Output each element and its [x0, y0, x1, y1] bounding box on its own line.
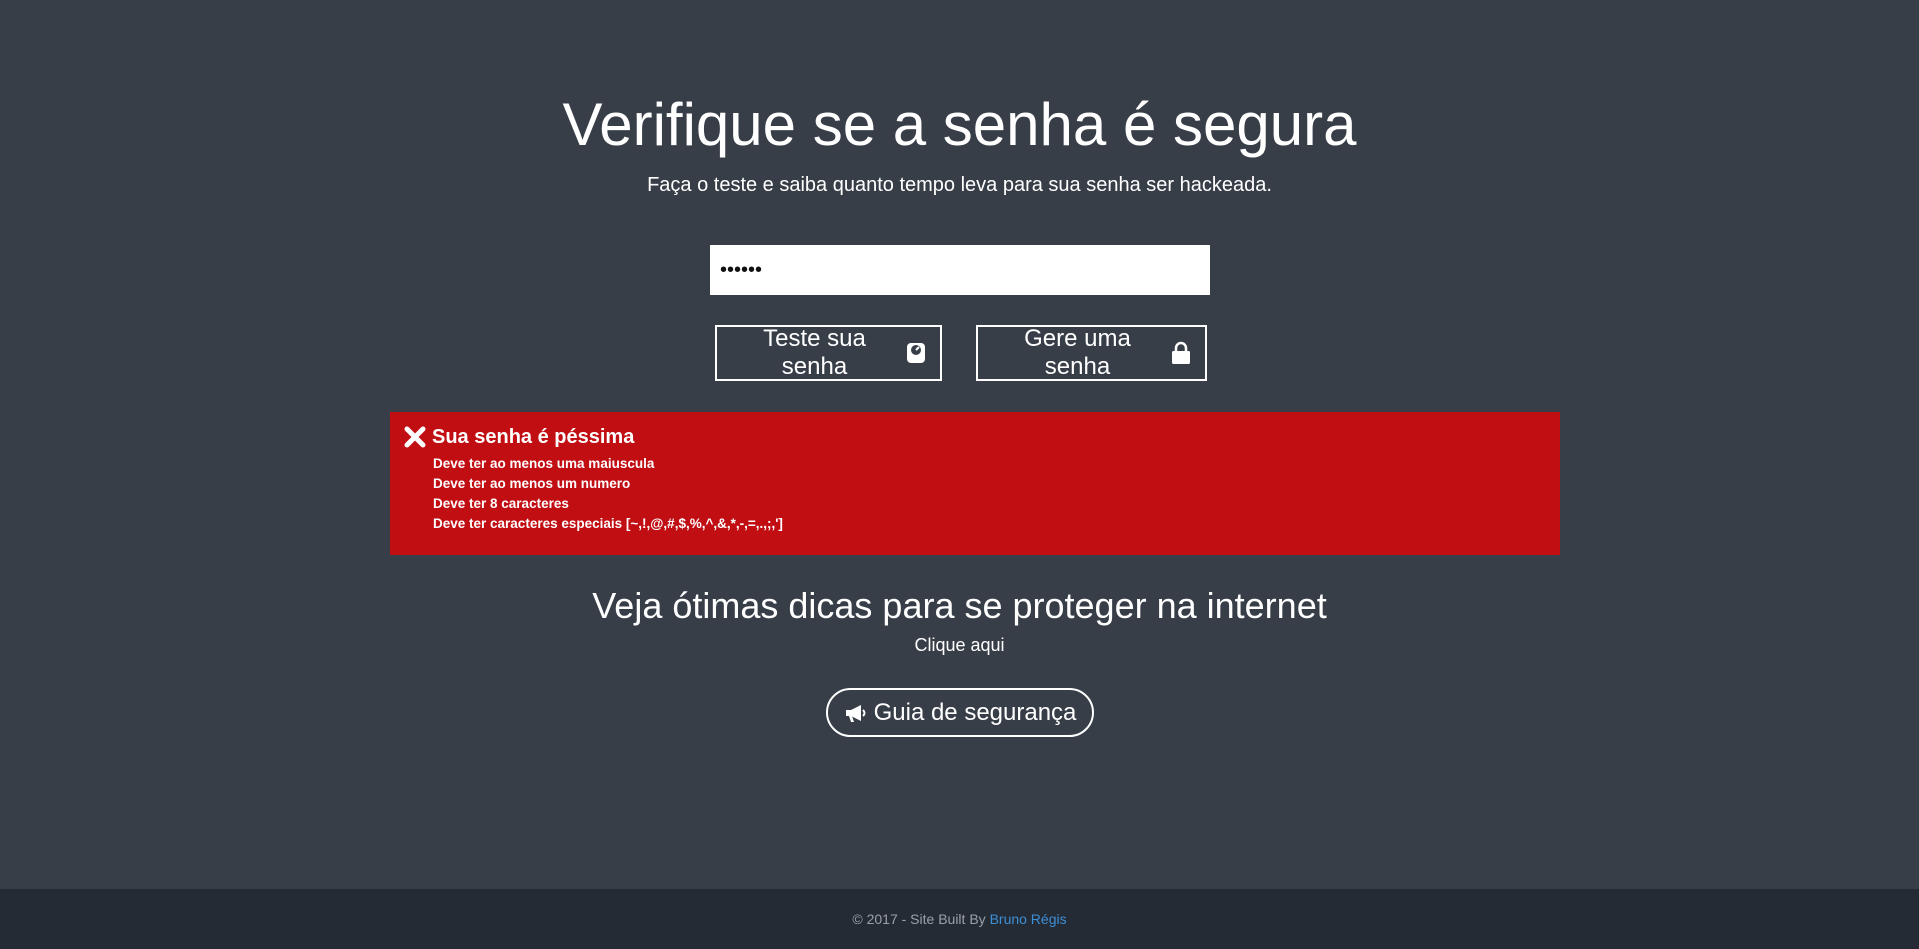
author-link[interactable]: Bruno Régis — [990, 911, 1067, 927]
requirement-item: Deve ter caracteres especiais [~,!,@,#,$… — [433, 516, 783, 531]
password-input[interactable] — [710, 245, 1210, 295]
requirement-item: Deve ter ao menos uma maiuscula — [433, 456, 655, 471]
lock-icon — [1171, 341, 1191, 365]
footer-text: © 2017 - Site Built By — [852, 911, 986, 927]
test-password-button[interactable]: Teste sua senha — [715, 325, 942, 381]
scale-icon — [906, 342, 926, 364]
alert-title-row: Sua senha é péssima — [404, 424, 1546, 450]
generate-password-label: Gere uma senha — [1024, 325, 1131, 380]
test-password-label: Teste sua senha — [763, 325, 866, 380]
tips-subtitle: Clique aqui — [914, 635, 1005, 655]
page-subtitle: Faça o teste e saiba quanto tempo leva p… — [647, 174, 1272, 196]
page-title: Verifique se a senha é segura — [562, 91, 1357, 158]
megaphone-icon — [844, 703, 868, 723]
tips-heading: Veja ótimas dicas para se proteger na in… — [592, 585, 1327, 626]
password-result-alert: Sua senha é péssima Deve ter ao menos um… — [390, 412, 1560, 555]
requirements-list: Deve ter ao menos uma maiuscula Deve ter… — [404, 454, 1546, 534]
footer: © 2017 - Site Built By Bruno Régis — [0, 889, 1919, 949]
security-guide-button[interactable]: Guia de segurança — [826, 688, 1094, 737]
alert-title: Sua senha é péssima — [432, 426, 635, 448]
close-icon — [404, 426, 426, 448]
requirement-item: Deve ter ao menos um numero — [433, 476, 631, 491]
security-guide-label: Guia de segurança — [873, 698, 1077, 726]
main-section: Verifique se a senha é segura Faça o tes… — [0, 0, 1919, 889]
generate-password-button[interactable]: Gere uma senha — [976, 325, 1207, 381]
requirement-item: Deve ter 8 caracteres — [433, 496, 569, 511]
